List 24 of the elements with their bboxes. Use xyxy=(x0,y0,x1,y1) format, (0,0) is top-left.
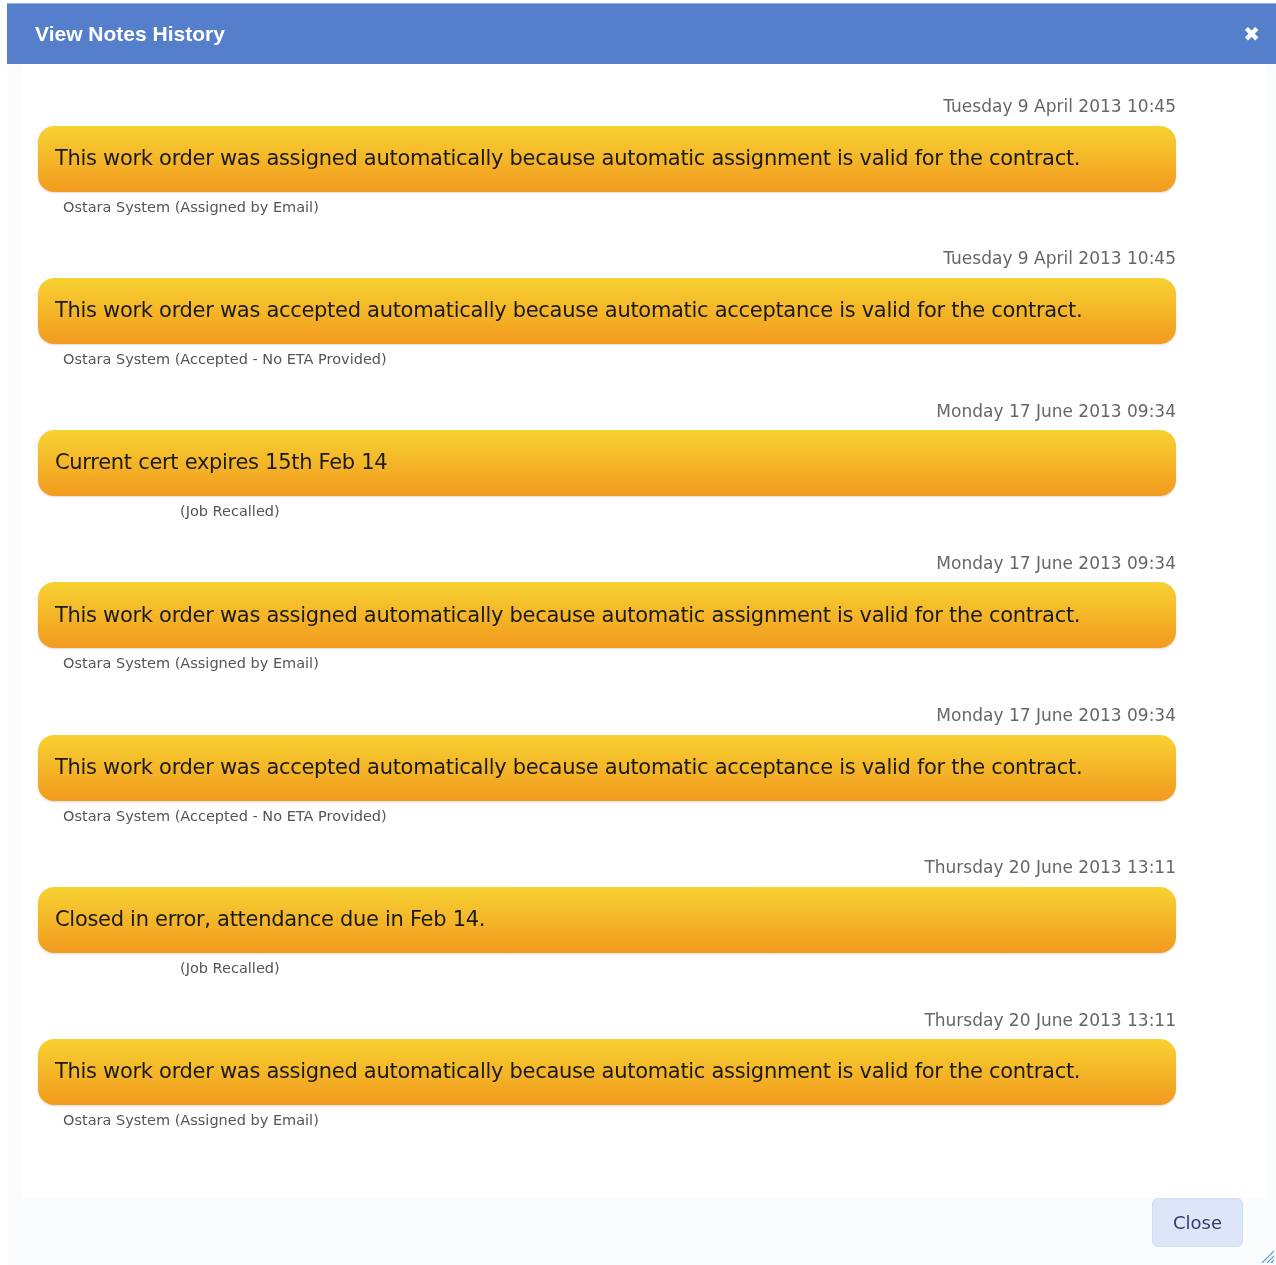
note-author: (Job Recalled) xyxy=(180,958,280,978)
note-author: Ostara System (Assigned by Email) xyxy=(63,654,319,674)
note-author: (Job Recalled) xyxy=(180,502,280,521)
note-bubble: This work order was assigned automatically because automatic assignment is valid for the contract. xyxy=(38,125,1176,192)
close-button[interactable]: Close xyxy=(1151,1198,1243,1247)
note-timestamp: Monday 17 June 2013 09:34 xyxy=(936,704,1176,727)
note-bubble: This work order was assigned automatically because automatic assignment is valid for the contract. xyxy=(38,582,1176,649)
close-button[interactable]: ✖ xyxy=(1243,24,1260,44)
note-bubble: Closed in error, attendance due in Feb 14. xyxy=(38,886,1176,953)
window-title: View Notes History xyxy=(35,21,225,48)
note-timestamp: Thursday 20 June 2013 13:11 xyxy=(924,856,1176,880)
note-timestamp: Thursday 20 June 2013 13:11 xyxy=(924,1008,1176,1032)
note-author: Ostara System (Accepted - No ETA Provided) xyxy=(63,806,387,826)
note-author: Ostara System (Assigned by Email) xyxy=(63,197,319,217)
note-author: Ostara System (Assigned by Email) xyxy=(63,1111,319,1130)
note-timestamp: Tuesday 9 April 2013 10:45 xyxy=(943,95,1176,118)
note-timestamp: Tuesday 9 April 2013 10:45 xyxy=(943,247,1176,271)
note-author: Ostara System (Accepted - No ETA Provided) xyxy=(63,349,387,369)
note-bubble: This work order was accepted automatically because automatic acceptance is valid for the contract. xyxy=(38,734,1176,801)
note-bubble: This work order was assigned automatically because automatic assignment is valid for the contract. xyxy=(38,1039,1176,1105)
note-bubble: Current cert expires 15th Feb 14 xyxy=(38,430,1176,496)
note-bubble: This work order was accepted automatically because automatic acceptance is valid for the contract. xyxy=(38,277,1176,344)
note-timestamp: Monday 17 June 2013 09:34 xyxy=(936,551,1176,575)
note-timestamp: Monday 17 June 2013 09:34 xyxy=(936,399,1176,423)
